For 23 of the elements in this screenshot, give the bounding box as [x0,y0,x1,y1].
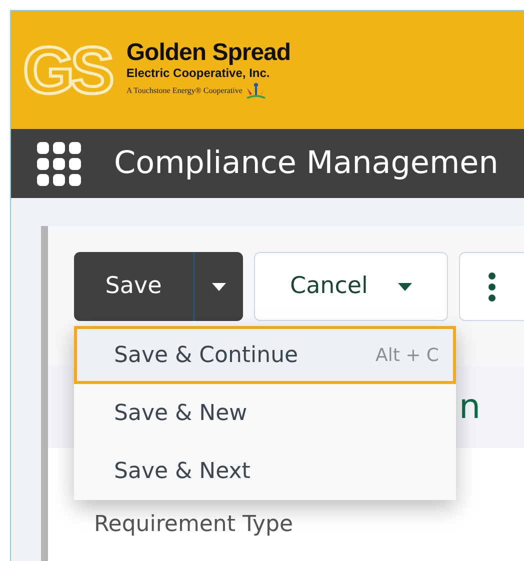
more-options-button[interactable] [459,252,524,321]
menu-item[interactable]: Save & New [74,384,456,442]
save-button[interactable]: Save [74,252,193,321]
logo-mark: GS [23,37,110,103]
section-heading: n [459,390,481,424]
company-name: Golden Spread [126,40,291,66]
menu-item[interactable]: Save & Continue Alt + C [74,326,456,384]
shortcut-hint: Alt + C [376,344,439,368]
cancel-button[interactable]: Cancel [254,252,448,321]
field-label: Requirement Type [94,512,294,537]
caret-icon [398,282,412,290]
company-subtitle: Electric Cooperative, Inc. [126,66,271,80]
figures-icon [245,82,268,100]
menu-item-label: Save & Continue [114,342,298,370]
menu-item[interactable]: Save & Next [74,442,456,500]
menu-item-label: Save & New [114,400,248,428]
tagline: A Touchstone Energy® Cooperative [126,85,242,97]
app-grid-icon[interactable] [37,142,81,186]
caret-icon [212,282,226,290]
app-title: Compliance Managemen [114,144,498,184]
menu-item-label: Save & Next [114,458,250,486]
kebab-icon [488,272,496,302]
save-split-button[interactable]: Save [74,252,243,321]
